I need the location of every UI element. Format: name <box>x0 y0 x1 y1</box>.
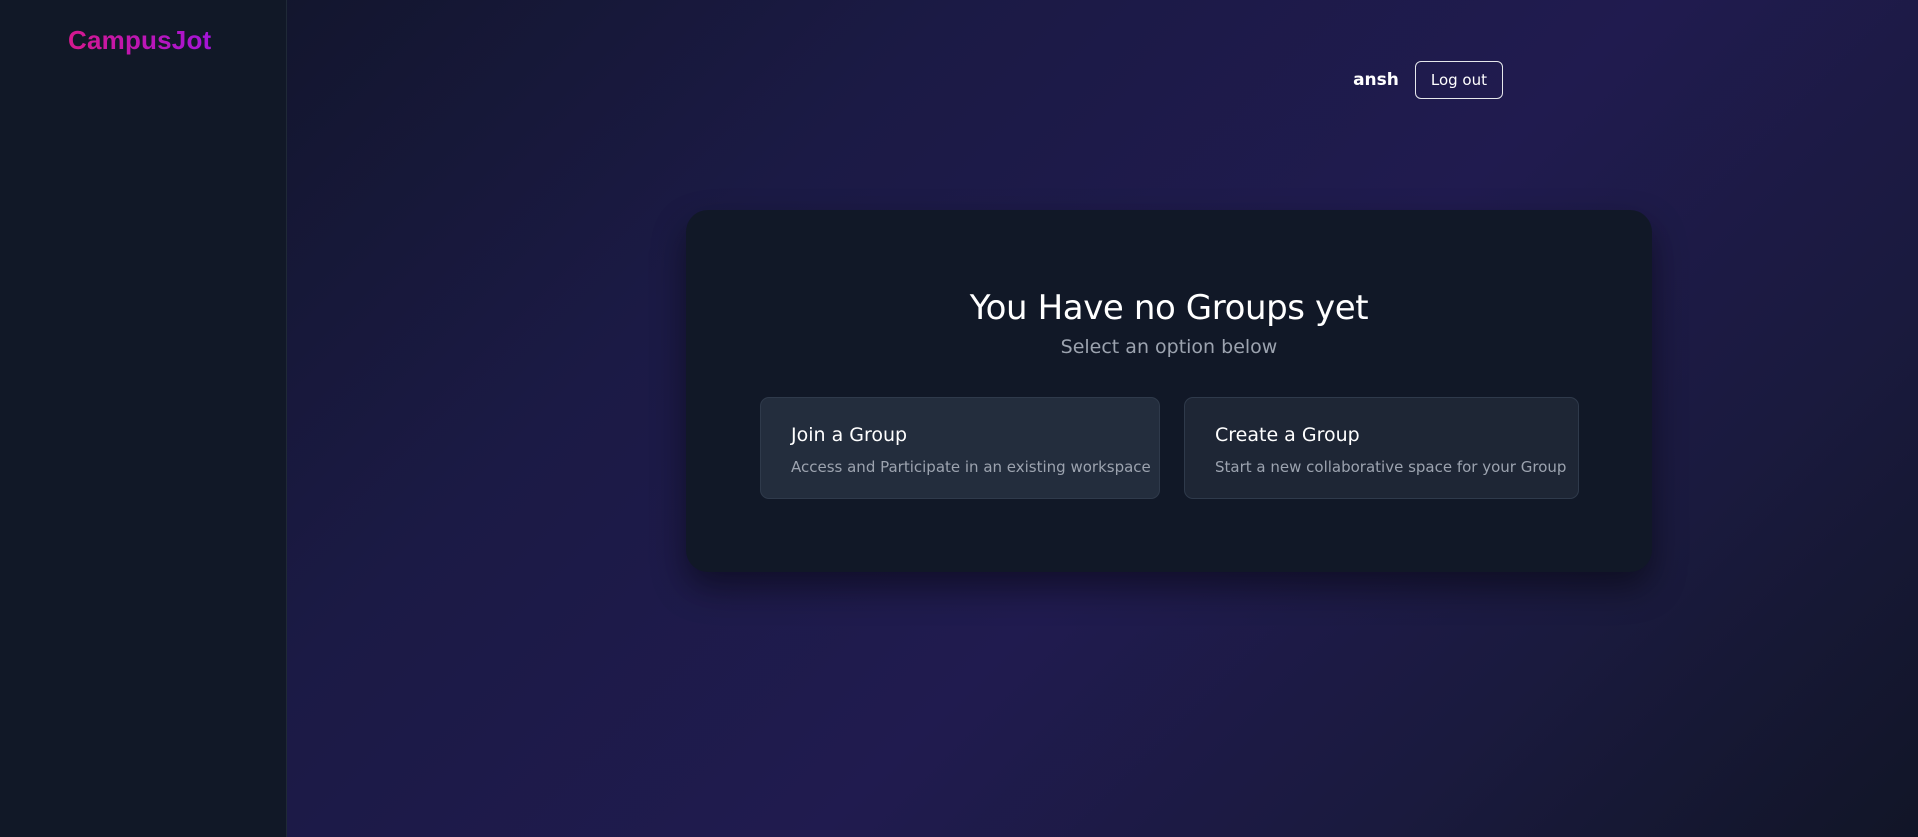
create-group-button[interactable]: Create a Group Start a new collaborative… <box>1184 397 1579 499</box>
create-group-title: Create a Group <box>1215 424 1360 446</box>
create-group-description: Start a new collaborative space for your… <box>1215 458 1567 476</box>
sidebar: CampusJot <box>0 0 287 837</box>
page-subtitle: Select an option below <box>1060 336 1278 358</box>
join-group-button[interactable]: Join a Group Access and Participate in a… <box>760 397 1160 499</box>
user-header: ansh Log out <box>1353 61 1503 99</box>
join-group-title: Join a Group <box>791 424 908 446</box>
join-group-description: Access and Participate in an existing wo… <box>791 458 1151 476</box>
logout-button[interactable]: Log out <box>1414 61 1503 99</box>
app-logo[interactable]: CampusJot <box>68 25 211 56</box>
username-label: ansh <box>1353 70 1399 90</box>
page-title: You Have no Groups yet <box>969 288 1369 328</box>
empty-groups-card: You Have no Groups yet Select an option … <box>686 210 1652 572</box>
